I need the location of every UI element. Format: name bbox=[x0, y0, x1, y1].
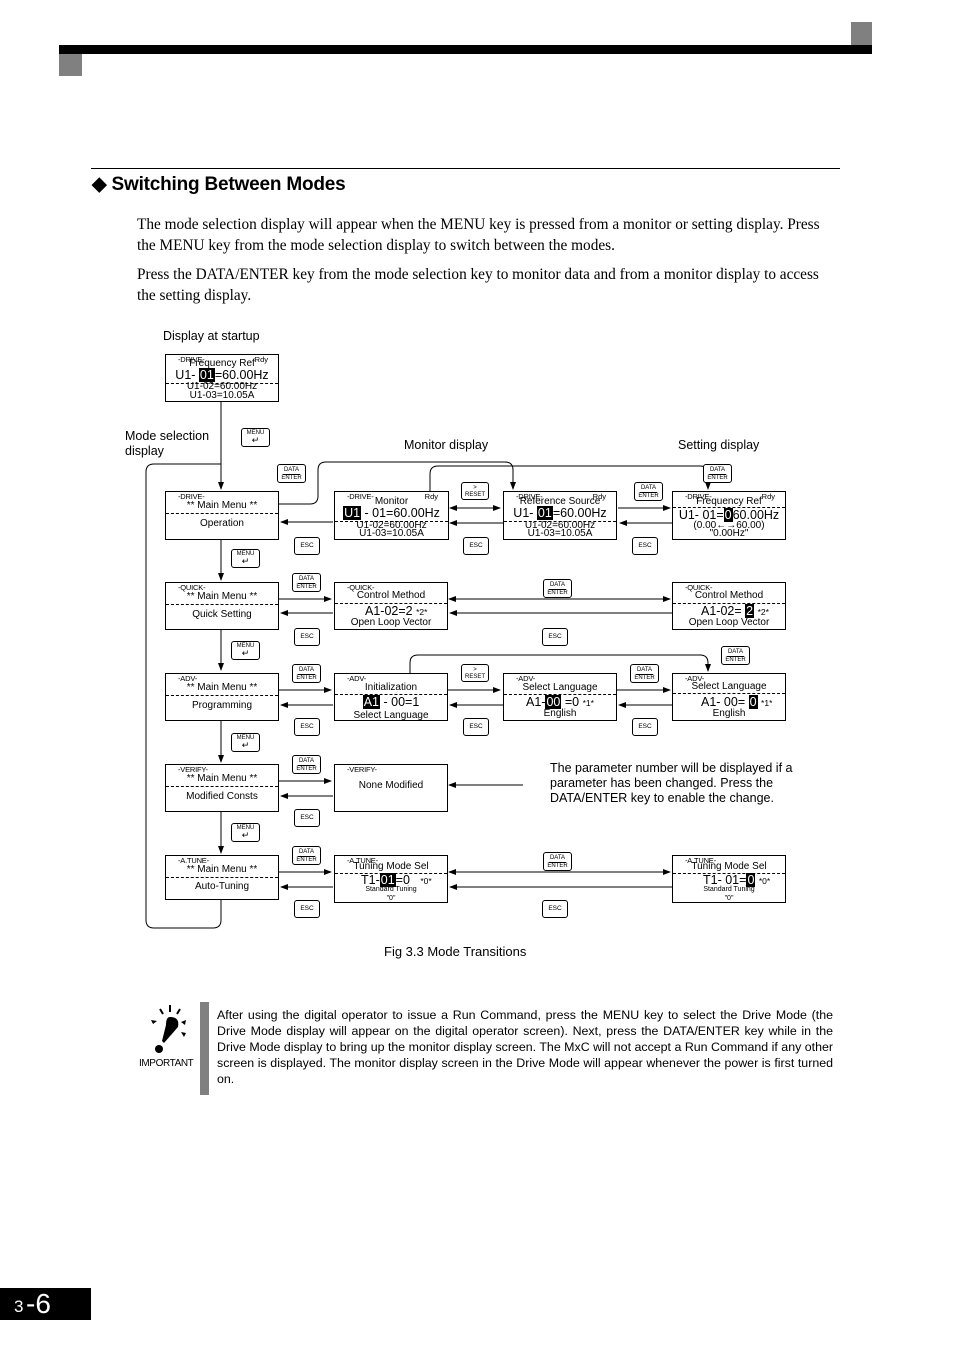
esc-key[interactable]: ESC bbox=[632, 537, 658, 555]
menu-key[interactable]: MENU ↵ bbox=[231, 733, 260, 752]
atune-tuning-mode-setting: -A.TUNE- Tuning Mode Sel T1- 01=0 *0* St… bbox=[672, 855, 786, 903]
data-enter-key[interactable]: DATA ENTER bbox=[292, 846, 321, 865]
drive-main-menu[interactable]: -DRIVE- ** Main Menu ** Operation bbox=[165, 491, 279, 540]
data-enter-key[interactable]: DATA ENTER bbox=[634, 482, 663, 501]
important-bar bbox=[200, 1002, 209, 1095]
return-arrow-icon: ↵ bbox=[241, 556, 250, 566]
quick-main-menu[interactable]: -QUICK- ** Main Menu ** Quick Setting bbox=[165, 582, 279, 630]
page-number: 3 -6 bbox=[0, 1288, 91, 1320]
adv-select-language-display: -ADV- Select Language A1-00 =0 *1* Engli… bbox=[503, 673, 617, 721]
data-enter-key[interactable]: DATA ENTER bbox=[543, 579, 572, 598]
label-mode-selection: Mode selection display bbox=[125, 429, 210, 458]
return-arrow-icon: ↵ bbox=[241, 648, 250, 658]
menu-key[interactable]: MENU ↵ bbox=[241, 428, 270, 447]
esc-key[interactable]: ESC bbox=[294, 628, 320, 646]
verify-main-menu[interactable]: -VERIFY- ** Main Menu ** Modified Consts bbox=[165, 764, 279, 812]
data-enter-key[interactable]: DATA ENTER bbox=[703, 464, 732, 483]
return-arrow-icon: ↵ bbox=[251, 435, 260, 445]
label-startup: Display at startup bbox=[163, 329, 260, 343]
adv-initialization-display: -ADV- Initialization A1 - 00=1 Select La… bbox=[334, 673, 448, 721]
important-text: After using the digital operator to issu… bbox=[217, 1008, 833, 1086]
esc-key[interactable]: ESC bbox=[294, 900, 320, 918]
adv-select-language-setting: -ADV- Select Language A1- 00= 0 *1* Engl… bbox=[672, 673, 786, 721]
data-enter-key[interactable]: DATA ENTER bbox=[292, 573, 321, 592]
esc-key[interactable]: ESC bbox=[294, 718, 320, 736]
data-enter-key[interactable]: DATA ENTER bbox=[277, 464, 306, 483]
startup-display: -DRIVE- Rdy Frequency Ref U1- 01=60.00Hz… bbox=[165, 354, 279, 402]
esc-key[interactable]: ESC bbox=[463, 718, 489, 736]
esc-key[interactable]: ESC bbox=[463, 537, 489, 555]
quick-control-method-setting: -QUICK- Control Method A1-02= 2 *2* Open… bbox=[672, 582, 786, 630]
return-arrow-icon: ↵ bbox=[241, 830, 250, 840]
figure-caption: Fig 3.3 Mode Transitions bbox=[384, 944, 527, 959]
important-label: IMPORTANT bbox=[139, 1058, 194, 1069]
data-enter-key[interactable]: DATA ENTER bbox=[721, 646, 750, 665]
esc-key[interactable]: ESC bbox=[542, 900, 568, 918]
return-arrow-icon: ↵ bbox=[241, 740, 250, 750]
diagram-note: The parameter number will be displayed i… bbox=[550, 761, 793, 805]
drive-monitor-display: -DRIVE- Rdy Monitor U1 - 01=60.00Hz U1-02… bbox=[334, 491, 449, 540]
atune-tuning-mode-display: -A.TUNE- Tuning Mode Sel T1-01=0 *0* Sta… bbox=[334, 855, 448, 903]
label-setting-display: Setting display bbox=[678, 438, 760, 452]
esc-key[interactable]: ESC bbox=[294, 537, 320, 555]
label-monitor-display: Monitor display bbox=[404, 438, 489, 452]
drive-frequency-setting-display: -DRIVE- Rdy Frequency Ref U1- 01=060.00Hz… bbox=[672, 491, 786, 540]
reset-key[interactable]: > RESET bbox=[461, 664, 489, 682]
verify-none-modified-display: -VERIFY- None Modified bbox=[334, 764, 448, 812]
esc-key[interactable]: ESC bbox=[294, 809, 320, 827]
data-enter-key[interactable]: DATA ENTER bbox=[292, 755, 321, 774]
menu-key[interactable]: MENU ↵ bbox=[231, 549, 260, 568]
drive-reference-source-display: -DRIVE- Rdy Reference Source U1- 01=60.00… bbox=[503, 491, 617, 540]
data-enter-key[interactable]: DATA ENTER bbox=[292, 664, 321, 683]
data-enter-key[interactable]: DATA ENTER bbox=[630, 664, 659, 683]
data-enter-key[interactable]: DATA ENTER bbox=[543, 852, 572, 871]
quick-control-method-display: -QUICK- Control Method A1-02=2 *2* Open … bbox=[334, 582, 448, 630]
atune-main-menu[interactable]: -A.TUNE- ** Main Menu ** Auto-Tuning bbox=[165, 855, 279, 900]
menu-key[interactable]: MENU ↵ bbox=[231, 823, 260, 842]
esc-key[interactable]: ESC bbox=[542, 628, 568, 646]
menu-key[interactable]: MENU ↵ bbox=[231, 641, 260, 660]
important-exclamation-icon bbox=[151, 1005, 186, 1053]
reset-key[interactable]: > RESET bbox=[461, 482, 489, 500]
esc-key[interactable]: ESC bbox=[632, 718, 658, 736]
adv-main-menu[interactable]: -ADV- ** Main Menu ** Programming bbox=[165, 673, 279, 721]
